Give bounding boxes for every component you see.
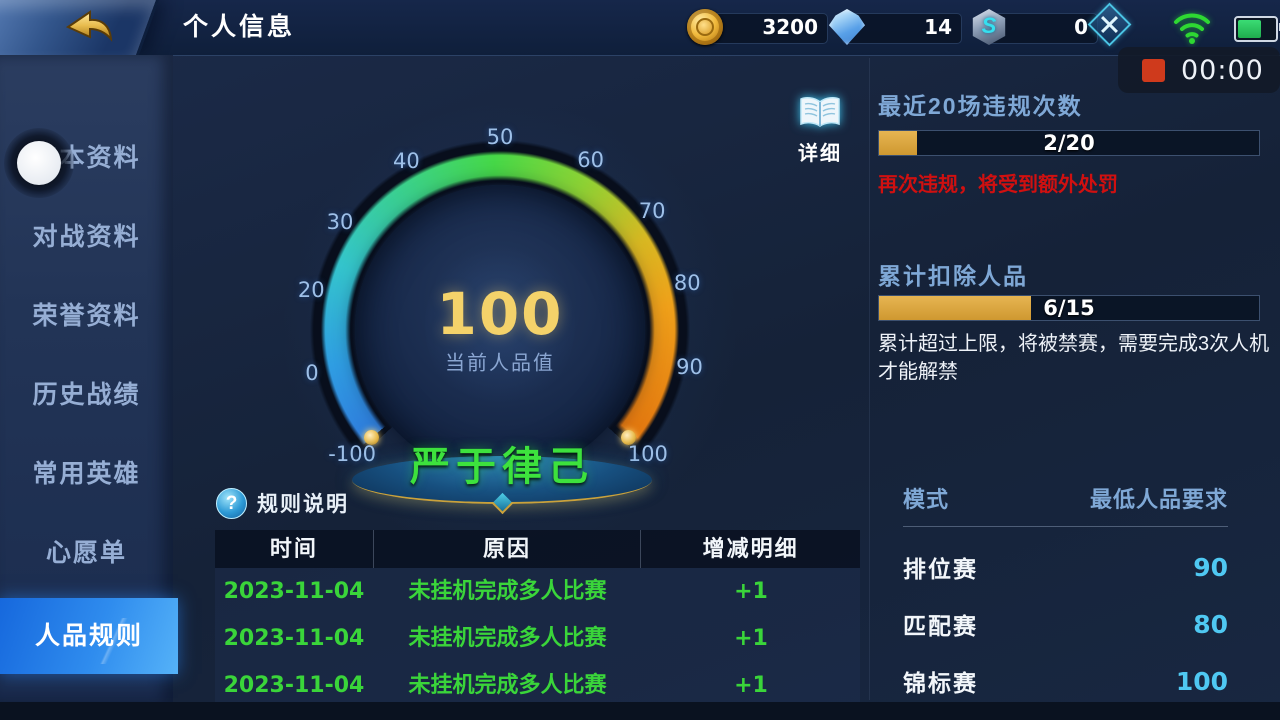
requirements-separator — [903, 526, 1228, 527]
back-button[interactable] — [58, 8, 116, 48]
table-row: 2023-11-04 未挂机完成多人比赛 +1 — [215, 662, 860, 702]
wifi-icon — [1172, 10, 1212, 44]
s-token-icon: S — [971, 9, 1007, 45]
gauge-tick: 90 — [676, 355, 703, 379]
token-value: 0 — [1074, 14, 1088, 41]
row-delta: +1 — [642, 662, 860, 702]
assistive-floating-button[interactable] — [17, 141, 61, 185]
deductions-note: 累计超过上限，将被禁赛，需要完成3次人机才能解禁 — [878, 330, 1270, 386]
req-header-mode: 模式 — [903, 482, 949, 514]
row-reason: 未挂机完成多人比赛 — [373, 662, 642, 702]
gauge-tick: 40 — [393, 149, 420, 173]
requirement-row: 匹配赛 80 — [903, 607, 1228, 641]
battery-icon — [1234, 16, 1278, 42]
deductions-progress-label: 6/15 — [879, 296, 1259, 320]
gauge-tick: 0 — [305, 361, 318, 385]
bottom-strip — [0, 702, 1280, 720]
record-timer: 00:00 — [1181, 55, 1264, 86]
credit-value-label: 当前人品值 — [445, 347, 555, 376]
gold-currency[interactable]: 3200 — [700, 13, 828, 44]
rules-table-body: 2023-11-04 未挂机完成多人比赛 +1 2023-11-04 未挂机完成… — [215, 568, 860, 702]
book-icon — [798, 96, 842, 130]
violations-progress-bar: 2/20 — [878, 130, 1260, 156]
sidebar-item-wishlist[interactable]: 心愿单 — [0, 514, 173, 593]
page-title: 个人信息 — [183, 0, 295, 55]
requirement-row: 锦标赛 100 — [903, 664, 1228, 698]
row-delta: +1 — [642, 615, 860, 662]
requirements-table: 模式 最低人品要求 排位赛 90 匹配赛 80 锦标赛 100 — [903, 482, 1228, 698]
row-date: 2023-11-04 — [215, 568, 373, 615]
req-mode: 匹配赛 — [903, 607, 978, 641]
column-header-reason: 原因 — [373, 530, 642, 568]
column-header-time: 时间 — [215, 530, 373, 568]
req-mode: 锦标赛 — [903, 664, 978, 698]
screen: 个人信息 3200 14 S 0 00:00 基本资料 对战资料 荣誉资料 — [0, 0, 1280, 720]
violation-warning: 再次违规，将受到额外处罚 — [878, 168, 1118, 197]
sidebar-item-credit-rules[interactable]: 人品规则 — [0, 598, 178, 674]
req-value: 90 — [1193, 553, 1228, 582]
panel-divider — [869, 58, 870, 700]
requirement-row: 排位赛 90 — [903, 550, 1228, 584]
top-bar: 个人信息 3200 14 S 0 — [0, 0, 1280, 56]
gold-coin-icon — [687, 9, 723, 45]
req-value: 80 — [1193, 610, 1228, 639]
deductions-title: 累计扣除人品 — [878, 257, 1028, 291]
rules-header: ? 规则说明 — [216, 488, 349, 518]
gauge-tick: 30 — [327, 210, 354, 234]
table-row: 2023-11-04 未挂机完成多人比赛 +1 — [215, 615, 860, 662]
screen-recorder[interactable]: 00:00 — [1118, 47, 1280, 93]
motto-text: 严于律己 — [352, 434, 652, 492]
violations-title: 最近20场违规次数 — [878, 87, 1083, 121]
req-header-min: 最低人品要求 — [1090, 482, 1228, 514]
gauge-tick: 50 — [487, 125, 514, 149]
credit-value: 100 — [436, 280, 563, 348]
gauge-tick: 70 — [639, 199, 666, 223]
req-value: 100 — [1176, 667, 1228, 696]
row-date: 2023-11-04 — [215, 662, 373, 702]
gauge-tick: 60 — [577, 148, 604, 172]
record-stop-icon[interactable] — [1142, 59, 1165, 82]
table-row: 2023-11-04 未挂机完成多人比赛 +1 — [215, 568, 860, 615]
deductions-progress-bar: 6/15 — [878, 295, 1260, 321]
gold-value: 3200 — [762, 14, 818, 41]
rules-table-header: 时间 原因 增减明细 — [215, 530, 860, 568]
token-currency[interactable]: S 0 — [984, 13, 1098, 44]
gauge-tick: 80 — [674, 271, 701, 295]
row-delta: +1 — [642, 568, 860, 615]
sidebar-item-heroes[interactable]: 常用英雄 — [0, 435, 173, 514]
violations-progress-label: 2/20 — [879, 131, 1259, 155]
detail-button[interactable]: 详细 — [788, 96, 852, 166]
rules-title: 规则说明 — [257, 488, 349, 518]
diamond-currency[interactable]: 14 — [842, 13, 962, 44]
sidebar-item-history[interactable]: 历史战绩 — [0, 356, 173, 435]
sidebar-item-battle-info[interactable]: 对战资料 — [0, 198, 173, 277]
row-reason: 未挂机完成多人比赛 — [373, 568, 642, 615]
detail-button-label: 详细 — [788, 137, 852, 166]
row-date: 2023-11-04 — [215, 615, 373, 662]
sidebar-item-honor-info[interactable]: 荣誉资料 — [0, 277, 173, 356]
req-mode: 排位赛 — [903, 550, 978, 584]
diamond-value: 14 — [924, 14, 952, 41]
column-header-detail: 增减明细 — [641, 530, 860, 568]
back-arrow-icon — [58, 8, 116, 48]
row-reason: 未挂机完成多人比赛 — [373, 615, 642, 662]
gauge-tick: 20 — [298, 278, 325, 302]
question-icon[interactable]: ? — [216, 488, 247, 519]
requirements-header: 模式 最低人品要求 — [903, 482, 1228, 514]
diamond-icon — [829, 9, 865, 45]
